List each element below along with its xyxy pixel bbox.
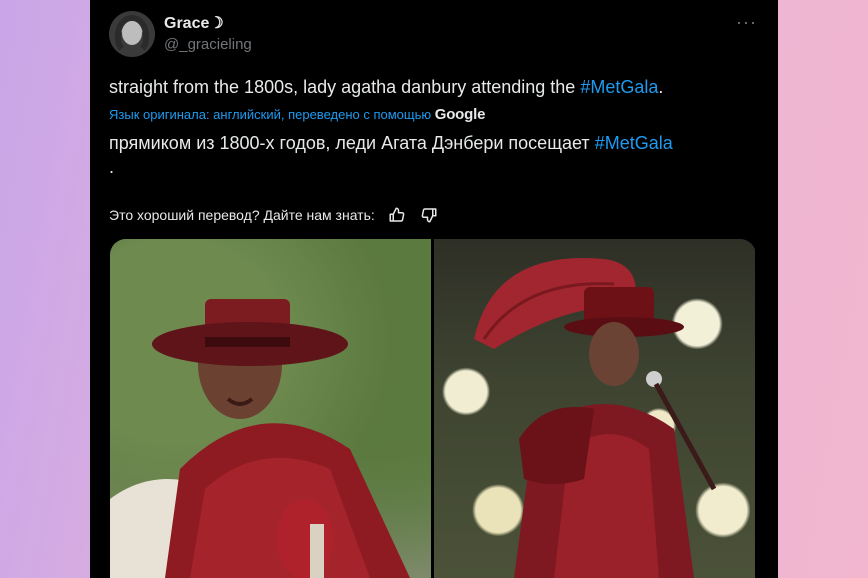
photo-right-met-gala[interactable] (434, 239, 755, 578)
tweet-text-end: . (658, 77, 664, 97)
translation-feedback: Это хороший перевод? Дайте нам знать: (109, 205, 439, 225)
avatar-face (122, 21, 142, 45)
more-options-icon[interactable]: ··· (736, 12, 757, 33)
hashtag-link[interactable]: #MetGala (580, 77, 658, 97)
author-name[interactable]: Grace☽ (164, 13, 224, 33)
thumbs-down-icon[interactable] (419, 205, 439, 225)
feedback-prompt: Это хороший перевод? Дайте нам знать: (109, 207, 375, 223)
avatar[interactable] (109, 11, 155, 57)
translated-by-text: Язык оригинала: английский, переведено с… (109, 107, 432, 122)
media-grid (110, 239, 756, 578)
translated-by-note: Язык оригинала: английский, переведено с… (109, 106, 485, 123)
tweet-card: Grace☽ @_gracieling ··· straight from th… (90, 0, 778, 578)
tweet-text: straight from the 1800s, lady agatha dan… (109, 75, 759, 99)
tweet-text-main: straight from the 1800s, lady agatha dan… (109, 77, 581, 97)
translated-hashtag-link[interactable]: #MetGala (595, 133, 673, 153)
translated-text-main: прямиком из 1800-х годов, леди Агата Дэн… (109, 133, 595, 153)
thumbs-up-icon[interactable] (387, 205, 407, 225)
author-handle[interactable]: @_gracieling (164, 36, 252, 53)
translated-text-end: . (109, 157, 115, 177)
photo-left-lady-danbury[interactable] (110, 239, 431, 578)
google-logo: Google (434, 106, 486, 123)
translated-text: прямиком из 1800-х годов, леди Агата Дэн… (109, 131, 769, 179)
